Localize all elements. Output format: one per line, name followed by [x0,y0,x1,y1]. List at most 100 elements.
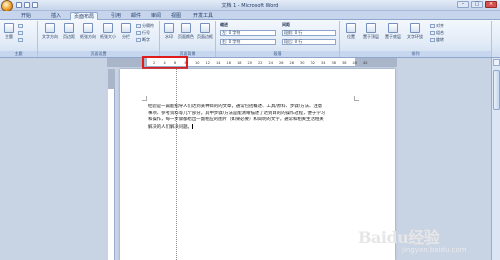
window-controls: – □ × [457,1,497,8]
ruler-tick: 40 [352,61,357,65]
hyphenation-button[interactable]: 断字 [136,37,150,43]
theme-fonts-button[interactable] [18,30,24,36]
title-bar: 文档 1 - Microsoft Word – □ × [0,0,500,12]
document-body[interactable]: 经验是一篇能指导人们达到某种目的的文章，通常包括概述、工具/原料、步骤/方法、注… [148,104,353,132]
document-page[interactable] [120,69,395,260]
page-borders-icon [200,23,210,33]
spacing-after-field[interactable]: 段后: 0 行 [282,39,336,45]
arrange-group: 位置 置于顶层 置于底层 文字环绕 对齐 组合 旋转 排列 [340,21,492,57]
breaks-icon [136,24,141,28]
watermark-url: jingyan.baidu.com [402,246,467,254]
orientation-icon [83,23,93,33]
columns-icon [121,23,131,33]
tab-review[interactable]: 审阅 [148,12,164,20]
page-setup-group-label: 页面设置 [38,51,159,57]
ribbon-tabs: 开始 插入 页面布局 引用 邮件 审阅 视图 开发工具 [0,11,500,20]
indent-right-field[interactable]: 右: 0 字符 [220,39,276,45]
vertical-ruler[interactable] [108,69,115,260]
ruler-right-margin [355,58,397,67]
tab-view[interactable]: 视图 [168,12,184,20]
tab-developer[interactable]: 开发工具 [190,12,216,20]
page-borders-button[interactable]: 页面边框 [197,23,213,40]
size-button[interactable]: 纸张大小 [100,23,116,40]
size-icon [103,23,113,33]
breaks-button[interactable]: 分隔符 [136,23,154,29]
group-button[interactable]: 组合 [430,30,444,36]
page-borders-label: 页面边框 [197,34,213,39]
watermark-label: 水印 [165,34,173,39]
group-icon [430,31,435,35]
theme-group-label: 主题 [0,51,37,57]
themes-button[interactable]: 主题 [3,23,15,40]
page-color-label: 页面颜色 [178,34,194,39]
ruler-tick: 38 [342,61,347,65]
margin-corner-top-left [142,96,147,101]
ruler-tick: 18 [237,61,242,65]
baidu-watermark: Baidu经验 jingyan.baidu.com [358,224,488,258]
page-background-group: 水印 页面颜色 页面边框 页面背景 [160,21,216,57]
line-numbers-button[interactable]: 行号 [136,30,150,36]
margins-button[interactable]: 页边距 [62,23,76,40]
window-title: 文档 1 - Microsoft Word [221,3,279,9]
watermark-button[interactable]: 水印 [163,23,175,40]
theme-effects-button[interactable] [18,37,24,43]
ruler-tick: 20 [247,61,252,65]
theme-colors-button[interactable] [18,23,24,29]
text-wrapping-label: 文字环绕 [407,34,423,39]
text-cursor [191,124,193,130]
scroll-thumb[interactable] [493,70,500,110]
align-button[interactable]: 对齐 [430,23,444,29]
document-line: 和操作，每一步骤都给出一副相应的图片（如果必要）和简明的文字，通常和相关生活相关 [148,117,324,123]
ruler-tick: 22 [258,61,263,65]
page-color-button[interactable]: 页面颜色 [178,23,194,40]
ruler-left-margin [107,58,147,67]
text-direction-icon [45,23,55,33]
vertical-scrollbar[interactable] [491,58,500,260]
themes-icon [4,23,14,33]
margin-corner-top-right [354,96,359,101]
ruler-tick: 34 [321,61,326,65]
hyphenation-label: 断字 [142,37,150,42]
ruler-tick: 10 [195,61,200,65]
ribbon: 主题 主题 文字方向 页边距 纸张方向 纸张大小 分栏 分隔符 行号 断字 页面… [0,20,500,58]
ruler-tick: 14 [216,61,221,65]
paragraph-group: 缩进 间距 左: 0 字符 右: 0 字符 段前: 0 行 段后: 0 行 段落 [216,21,340,57]
document-line-text: 解决的人们解决问题。 [148,125,192,131]
tab-home[interactable]: 开始 [18,12,34,20]
baidu-logo: Baidu经验 [358,228,440,247]
ruler-tick: 42 [363,61,368,65]
send-to-back-icon [388,23,398,33]
indent-left-field[interactable]: 左: 0 字符 [220,30,276,36]
ruler-tick: 16 [226,61,231,65]
tab-insert[interactable]: 插入 [48,12,64,20]
text-wrapping-button[interactable]: 文字环绕 [406,23,424,40]
spacing-before-field[interactable]: 段前: 0 行 [282,30,336,36]
tab-references[interactable]: 引用 [108,12,124,20]
text-direction-button[interactable]: 文字方向 [42,23,58,40]
page-color-icon [181,23,191,33]
rotate-button[interactable]: 旋转 [430,37,444,43]
align-label: 对齐 [436,23,444,28]
arrange-group-label: 排列 [340,51,491,57]
theme-group: 主题 主题 [0,21,38,57]
scroll-up-button[interactable] [493,59,500,66]
ruler-tick: 26 [279,61,284,65]
position-label: 位置 [347,34,355,39]
send-to-back-button[interactable]: 置于底层 [384,23,402,40]
minimize-button[interactable]: – [457,1,469,8]
line-numbers-icon [136,31,141,35]
position-button[interactable]: 位置 [344,23,358,40]
columns-button[interactable]: 分栏 [120,23,132,40]
bring-to-front-icon [366,23,376,33]
bring-to-front-button[interactable]: 置于顶层 [362,23,380,40]
line-numbers-label: 行号 [142,30,150,35]
tab-page-layout[interactable]: 页面布局 [70,12,99,20]
themes-label: 主题 [5,34,13,39]
close-button[interactable]: × [485,1,497,8]
orientation-button[interactable]: 纸张方向 [80,23,96,40]
effects-icon [18,38,23,42]
fonts-icon [18,31,23,35]
margins-label: 页边距 [63,34,75,39]
maximize-button[interactable]: □ [471,1,483,8]
tab-mailings[interactable]: 邮件 [128,12,144,20]
